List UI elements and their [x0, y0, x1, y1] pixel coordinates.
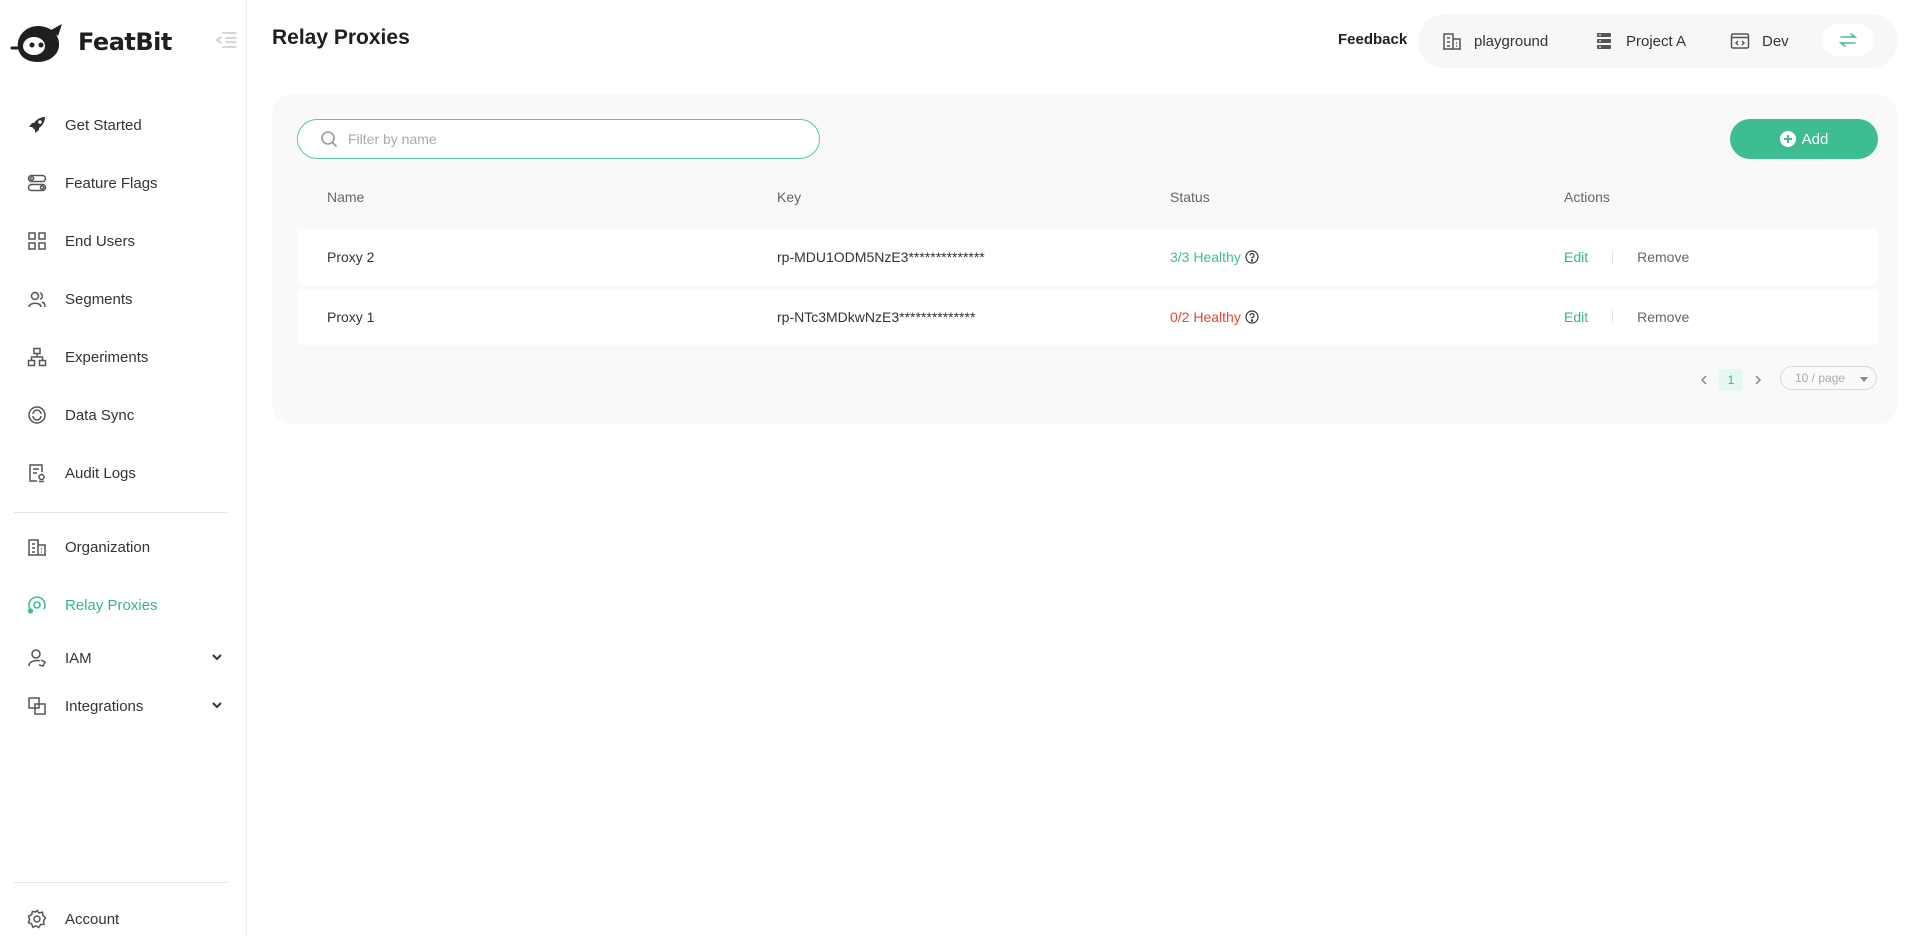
pagination: 1 — [1695, 368, 1767, 392]
status-text: 0/2 Healthy — [1170, 309, 1241, 325]
table-row: Proxy 2 rp-MDU1ODM5NzE3************** 3/… — [297, 229, 1878, 285]
user-shield-icon — [26, 647, 48, 669]
page-size-value: 10 / page — [1795, 371, 1846, 385]
brand-name: FeatBit — [78, 28, 172, 56]
next-page-button[interactable] — [1749, 371, 1767, 389]
nav-divider — [14, 882, 228, 883]
sidebar-item-label: Organization — [65, 538, 151, 556]
status-text: 3/3 Healthy — [1170, 249, 1241, 265]
chevron-down-icon[interactable] — [210, 650, 224, 664]
swap-arrows-icon — [1839, 33, 1857, 47]
action-divider — [1612, 310, 1614, 324]
proxy-name: Proxy 2 — [327, 249, 375, 265]
sidebar-item-label: Feature Flags — [65, 174, 158, 192]
page-size-select[interactable]: 10 / page — [1780, 366, 1877, 390]
sidebar-item-experiments[interactable]: Experiments — [14, 335, 228, 379]
column-header-status: Status — [1170, 189, 1210, 205]
help-circle-icon[interactable] — [1245, 310, 1259, 324]
search-box[interactable] — [297, 119, 820, 159]
feedback-link[interactable]: Feedback — [1338, 31, 1407, 48]
sidebar: FeatBit Get Started Feature Flags End Us… — [0, 0, 247, 936]
integrations-icon — [26, 695, 48, 717]
sidebar-item-audit-logs[interactable]: Audit Logs — [14, 451, 228, 495]
sync-icon — [26, 404, 48, 426]
edit-button[interactable]: Edit — [1564, 249, 1588, 265]
relay-icon — [26, 594, 48, 616]
sidebar-item-label: Integrations — [65, 697, 144, 715]
hierarchy-icon — [26, 346, 48, 368]
sidebar-item-label: Get Started — [65, 116, 142, 134]
sidebar-item-label: End Users — [65, 232, 136, 250]
featbit-logo-icon — [10, 24, 62, 62]
project-name: Project A — [1626, 32, 1687, 50]
sidebar-item-get-started[interactable]: Get Started — [14, 103, 228, 147]
toggle-icon — [26, 172, 48, 194]
sidebar-item-label: Account — [65, 910, 120, 928]
row-actions: Edit Remove — [1564, 229, 1689, 285]
sidebar-item-segments[interactable]: Segments — [14, 277, 228, 321]
sidebar-item-label: Data Sync — [65, 406, 135, 424]
search-icon — [321, 131, 338, 148]
proxy-key: rp-MDU1ODM5NzE3************** — [777, 249, 985, 265]
chevron-right-icon — [1755, 375, 1762, 385]
brand[interactable]: FeatBit — [10, 18, 172, 66]
column-header-key: Key — [777, 189, 802, 205]
page-title: Relay Proxies — [272, 26, 410, 49]
rocket-icon — [26, 114, 48, 136]
sidebar-item-label: Relay Proxies — [65, 596, 158, 614]
proxy-key: rp-NTc3MDkwNzE3************** — [777, 309, 976, 325]
sidebar-item-account[interactable]: Account — [14, 897, 228, 936]
proxy-status: 3/3 Healthy — [1170, 229, 1259, 285]
edit-button[interactable]: Edit — [1564, 309, 1588, 325]
app-root: FeatBit Get Started Feature Flags End Us… — [0, 0, 1907, 936]
remove-button[interactable]: Remove — [1637, 249, 1689, 265]
page-number[interactable]: 1 — [1719, 369, 1743, 391]
organization-selector[interactable]: playground — [1442, 14, 1548, 68]
project-icon — [1597, 33, 1611, 49]
grid-icon — [26, 230, 48, 252]
sidebar-item-label: Experiments — [65, 348, 149, 366]
code-window-icon — [1730, 33, 1750, 49]
environment-selector[interactable]: Dev — [1730, 14, 1789, 68]
sidebar-item-label: IAM — [65, 649, 92, 667]
action-divider — [1612, 250, 1614, 264]
row-actions: Edit Remove — [1564, 289, 1689, 345]
nav-divider — [14, 512, 228, 513]
caret-down-icon — [1860, 377, 1868, 382]
sidebar-item-integrations[interactable]: Integrations — [14, 684, 228, 728]
sidebar-item-label: Audit Logs — [65, 464, 136, 482]
chevron-left-icon — [1700, 375, 1707, 385]
sidebar-item-feature-flags[interactable]: Feature Flags — [14, 161, 228, 205]
proxy-name: Proxy 1 — [327, 309, 375, 325]
prev-page-button[interactable] — [1695, 371, 1713, 389]
sidebar-item-iam[interactable]: IAM — [14, 636, 228, 680]
collapse-sidebar-icon[interactable] — [215, 30, 237, 50]
proxy-status: 0/2 Healthy — [1170, 289, 1259, 345]
search-input[interactable] — [348, 131, 808, 147]
sidebar-item-end-users[interactable]: End Users — [14, 219, 228, 263]
table-row: Proxy 1 rp-NTc3MDkwNzE3************** 0/… — [297, 289, 1878, 345]
plus-circle-icon — [1779, 131, 1796, 147]
column-header-actions: Actions — [1564, 189, 1610, 205]
column-header-name: Name — [327, 189, 365, 205]
gear-icon — [26, 908, 48, 930]
remove-button[interactable]: Remove — [1637, 309, 1689, 325]
project-selector[interactable]: Project A — [1594, 14, 1686, 68]
help-circle-icon[interactable] — [1245, 250, 1259, 264]
building-icon — [26, 536, 48, 558]
chevron-down-icon[interactable] — [210, 698, 224, 712]
sidebar-item-label: Segments — [65, 290, 133, 308]
organization-name: playground — [1474, 32, 1549, 50]
sidebar-item-organization[interactable]: Organization — [14, 525, 228, 569]
audit-icon — [26, 462, 48, 484]
users-icon — [26, 288, 48, 310]
add-relay-proxy-button[interactable]: Add — [1730, 119, 1878, 159]
sidebar-item-relay-proxies[interactable]: Relay Proxies — [14, 583, 228, 627]
building-icon — [1443, 33, 1461, 50]
sidebar-item-data-sync[interactable]: Data Sync — [14, 393, 228, 437]
environment-name: Dev — [1762, 32, 1789, 50]
switch-environment-button[interactable] — [1822, 24, 1874, 56]
add-button-label: Add — [1801, 130, 1829, 148]
